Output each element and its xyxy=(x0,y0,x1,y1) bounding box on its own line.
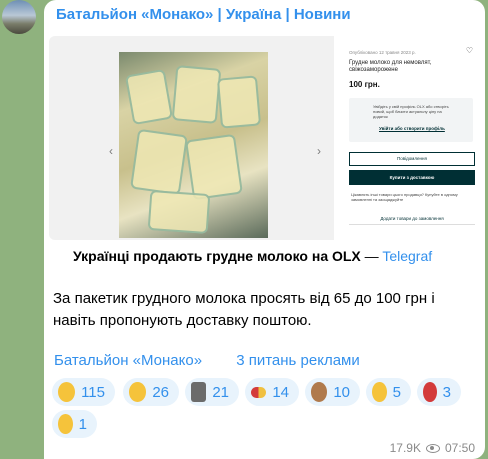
channel-link[interactable]: Батальйон «Монако» xyxy=(54,352,202,369)
message-bubble: Батальйон «Монако» | Україна | Новини ‹ … xyxy=(44,0,485,459)
reaction-count: 1 xyxy=(78,415,87,433)
reaction-count: 115 xyxy=(81,383,105,401)
headline-text: Українці продають грудне молоко на OLX xyxy=(73,248,361,264)
breast-milk-bags-photo xyxy=(119,52,268,238)
message-button: Повідомлення xyxy=(349,152,475,166)
buy-with-delivery-button: Купити з доставкою xyxy=(349,170,475,185)
smiling-face-with-hearts-icon xyxy=(372,382,387,402)
seller-items-text: Цікавлять інші товари цього продавця? Ку… xyxy=(351,192,458,202)
reaction-count: 14 xyxy=(272,383,289,401)
smirking-face-icon xyxy=(58,382,76,402)
add-to-order-button: Додати товари до замовлення xyxy=(349,212,475,225)
reaction-count: 21 xyxy=(212,383,229,401)
reaction-moai[interactable]: 21 xyxy=(185,378,239,406)
reaction-count: 10 xyxy=(333,383,350,401)
reaction-count: 26 xyxy=(152,383,169,401)
post-headline: Українці продають грудне молоко на OLX —… xyxy=(73,248,432,264)
login-link: Увійти або створити профіль xyxy=(379,126,445,131)
link-preview[interactable]: ‹ › Опубліковано 12 травня 2023 р. ♡ Гру… xyxy=(49,36,481,240)
view-count: 17.9K xyxy=(389,441,421,455)
see-no-evil-monkey-icon xyxy=(311,382,328,402)
thumbs-up-icon xyxy=(58,414,73,434)
olx-listing-panel: Опубліковано 12 травня 2023 р. ♡ Грудне … xyxy=(341,36,481,240)
reaction-count: 5 xyxy=(392,383,401,401)
headline-separator: — xyxy=(360,248,383,264)
reaction-screaming-face[interactable]: 26 xyxy=(123,378,179,406)
message-meta: 17.9K 07:50 xyxy=(390,441,475,455)
broken-heart-icon xyxy=(423,382,437,402)
channel-name[interactable]: Батальйон «Монако» | Україна | Новини xyxy=(56,6,351,23)
message-time: 07:50 xyxy=(444,441,475,455)
reaction-see-no-evil-monkey[interactable]: 10 xyxy=(305,378,360,406)
login-info-box: Увійдіть у свій профіль OLX або створіть… xyxy=(349,98,473,142)
eye-icon xyxy=(425,443,440,453)
post-body: За пакетик грудного молока просять від 6… xyxy=(53,290,435,329)
ads-link[interactable]: 3 питань реклами xyxy=(236,352,360,369)
reaction-smirking-face[interactable]: 115 xyxy=(52,378,115,406)
reaction-broken-heart[interactable]: 3 xyxy=(417,378,461,406)
pill-icon xyxy=(251,386,267,398)
listing-title: Грудне молоко для немовлят, свіжозаморож… xyxy=(349,60,432,73)
gallery-prev-icon[interactable]: ‹ xyxy=(109,144,113,158)
reaction-pill[interactable]: 14 xyxy=(245,378,299,406)
gallery-next-icon[interactable]: › xyxy=(317,144,321,158)
footer-links: Батальйон «Монако» 3 питань реклами xyxy=(54,352,390,369)
listing-price: 100 грн. xyxy=(349,80,380,89)
listing-date: Опубліковано 12 травня 2023 р. xyxy=(349,50,416,55)
reaction-count: 3 xyxy=(442,383,451,401)
channel-avatar[interactable] xyxy=(2,0,36,34)
heart-icon: ♡ xyxy=(465,46,473,55)
reaction-smiling-face-with-hearts[interactable]: 5 xyxy=(366,378,411,406)
moai-icon xyxy=(191,382,207,402)
login-info-text: Увійдіть у свій профіль OLX або створіть… xyxy=(373,104,449,119)
screaming-face-icon xyxy=(129,382,147,402)
reaction-thumbs-up[interactable]: 1 xyxy=(52,410,97,438)
source-link[interactable]: Telegraf xyxy=(382,248,432,264)
preview-photo-area: ‹ › xyxy=(49,36,334,240)
